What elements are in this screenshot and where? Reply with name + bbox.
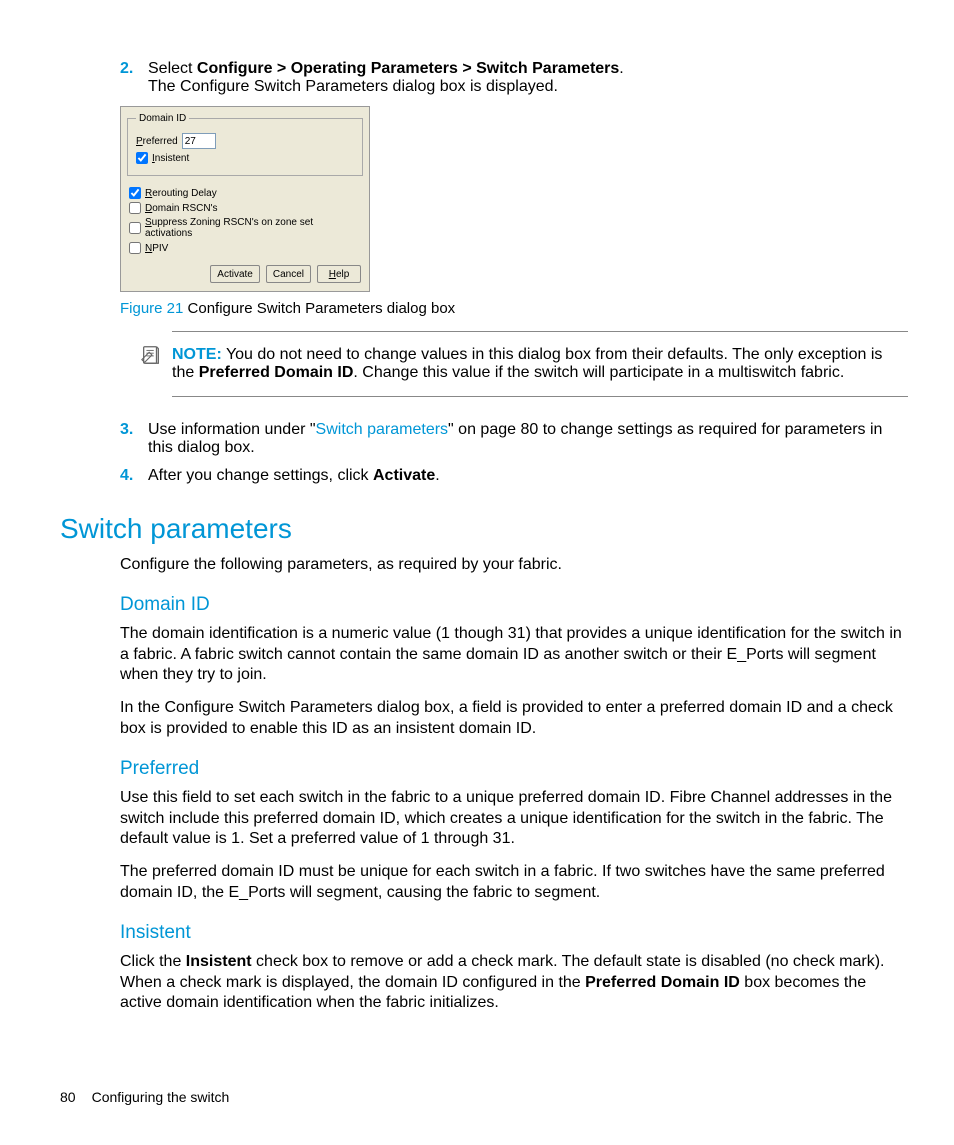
activate-bold: Activate (373, 467, 435, 484)
step-text: After you change settings, click Activat… (148, 467, 440, 484)
text: Select (148, 60, 197, 77)
fieldset-legend: Domain ID (136, 113, 189, 124)
note-box: NOTE: You do not need to change values i… (172, 331, 908, 397)
figure-caption: Figure 21 Configure Switch Parameters di… (120, 300, 908, 317)
footer-title: Configuring the switch (92, 1089, 230, 1105)
note-label: NOTE: (172, 346, 222, 363)
domain-rscn-label: Domain RSCN's (145, 203, 218, 214)
preferred-label: Preferred (136, 136, 178, 147)
text: H (329, 269, 336, 280)
text: PIV (152, 243, 168, 254)
insistent-label: Insistent (152, 153, 189, 164)
paragraph: In the Configure Switch Parameters dialo… (120, 698, 908, 740)
text: . (619, 60, 623, 77)
text: elp (336, 269, 349, 280)
text: P (136, 136, 143, 147)
figure-text: Configure Switch Parameters dialog box (183, 300, 455, 317)
preferred-input[interactable] (182, 133, 216, 149)
step-number: 3. (120, 421, 133, 439)
bold: Insistent (186, 953, 252, 970)
switch-parameters-dialog: Domain ID Preferred Insistent Rerouting … (120, 106, 370, 292)
text: S (145, 217, 152, 228)
step-text-2: The Configure Switch Parameters dialog b… (148, 78, 558, 95)
preferred-heading: Preferred (120, 758, 908, 780)
rerouting-delay-checkbox[interactable] (129, 187, 141, 199)
section-heading: Switch parameters (60, 513, 908, 545)
text: uppress Zoning RSCN's on zone set activa… (145, 217, 313, 239)
help-button[interactable]: Help (317, 265, 361, 283)
suppress-zoning-checkbox[interactable] (129, 222, 141, 234)
activate-button[interactable]: Activate (210, 265, 260, 283)
text: . (435, 467, 439, 484)
bold: Preferred Domain ID (585, 974, 740, 991)
domain-rscn-checkbox[interactable] (129, 202, 141, 214)
paragraph: Use this field to set each switch in the… (120, 788, 908, 850)
paragraph: The domain identification is a numeric v… (120, 624, 908, 686)
npiv-checkbox[interactable] (129, 242, 141, 254)
domain-id-heading: Domain ID (120, 594, 908, 616)
menu-path: Configure > Operating Parameters > Switc… (197, 60, 619, 77)
note-bold: Preferred Domain ID (199, 364, 354, 381)
text: referred (143, 136, 178, 147)
cancel-button[interactable]: Cancel (266, 265, 311, 283)
text: erouting Delay (152, 188, 216, 199)
section-intro: Configure the following parameters, as r… (120, 555, 908, 576)
figure-number: Figure 21 (120, 300, 183, 317)
npiv-label: NPIV (145, 243, 168, 254)
note-icon (140, 344, 162, 366)
insistent-checkbox[interactable] (136, 152, 148, 164)
text: Click the (120, 953, 186, 970)
note-text: . Change this value if the switch will p… (353, 364, 844, 381)
paragraph: Click the Insistent check box to remove … (120, 952, 908, 1014)
suppress-zoning-label: Suppress Zoning RSCN's on zone set activ… (145, 217, 361, 239)
step-number: 2. (120, 60, 133, 78)
step-number: 4. (120, 467, 133, 485)
text: omain RSCN's (152, 203, 217, 214)
rerouting-delay-label: Rerouting Delay (145, 188, 217, 199)
insistent-heading: Insistent (120, 922, 908, 944)
text: nsistent (155, 153, 189, 164)
text: After you change settings, click (148, 467, 373, 484)
step-text: Use information under "Switch parameters… (148, 421, 882, 456)
switch-parameters-link[interactable]: Switch parameters (316, 421, 449, 438)
paragraph: The preferred domain ID must be unique f… (120, 862, 908, 904)
page-number: 80 (60, 1089, 76, 1105)
page-footer: 80 Configuring the switch (60, 1089, 229, 1105)
text: Use information under " (148, 421, 316, 438)
domain-id-fieldset: Domain ID Preferred Insistent (127, 113, 363, 176)
step-text: Select Configure > Operating Parameters … (148, 60, 624, 77)
